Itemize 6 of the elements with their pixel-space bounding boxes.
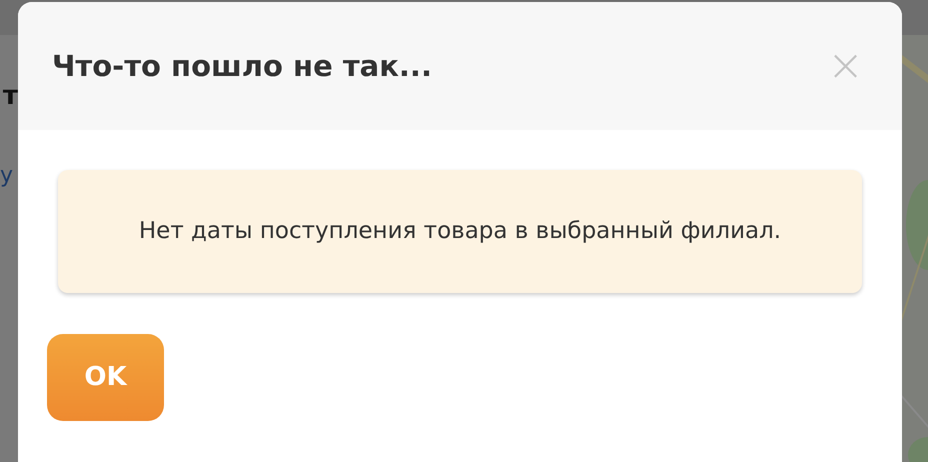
alert-message: Нет даты поступления товара в выбранный филиал. [58,170,862,293]
close-button[interactable]: × [823,44,868,88]
link[interactable]: у [0,165,14,187]
ok-button[interactable]: OK [47,334,164,421]
dialog-title: Что-то пошло не так... [52,48,432,84]
heading-text: т [2,83,18,109]
